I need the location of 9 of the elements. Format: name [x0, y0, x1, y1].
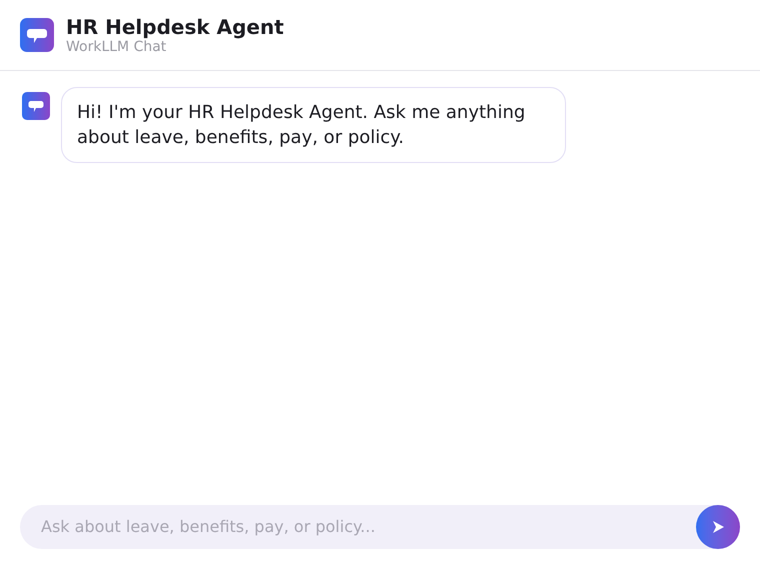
message-field[interactable]: Ask about leave, benefits, pay, or policy...: [20, 505, 740, 549]
agent-avatar-icon: [22, 92, 50, 120]
app-title: HR Helpdesk Agent: [66, 15, 284, 39]
send-button[interactable]: [696, 505, 740, 549]
agent-message: Hi! I'm your HR Helpdesk Agent. Ask me anything about leave, benefits, pay, or policy.: [61, 87, 566, 163]
chat-logo-icon: [20, 18, 54, 52]
message-input[interactable]: Ask about leave, benefits, pay, or policy...: [41, 515, 696, 539]
send-arrow-icon: [711, 520, 725, 534]
app-subtitle: WorkLLM Chat: [66, 39, 168, 55]
